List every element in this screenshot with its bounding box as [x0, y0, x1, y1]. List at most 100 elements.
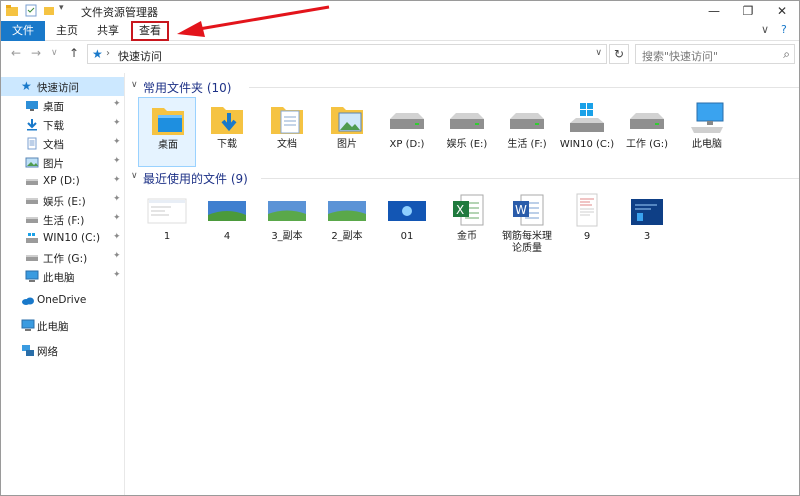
- sidebar-item-this-pc[interactable]: 此电脑: [1, 316, 124, 335]
- sidebar-item-drive-g[interactable]: 工作 (G:) ✦: [1, 248, 124, 267]
- pin-icon[interactable]: ✦: [113, 118, 121, 128]
- help-icon[interactable]: ?: [781, 23, 787, 36]
- pin-icon[interactable]: ✦: [113, 156, 121, 166]
- sidebar-item-drive-c[interactable]: WIN10 (C:) ✦: [1, 229, 124, 248]
- drive-tile-g[interactable]: 工作 (G:): [618, 97, 676, 167]
- folder-tile-documents[interactable]: 文档: [258, 97, 316, 167]
- chevron-down-icon[interactable]: ∨: [131, 171, 138, 181]
- ribbon-collapse-icon[interactable]: ∨: [761, 23, 769, 36]
- recent-file-3[interactable]: 3: [618, 189, 676, 259]
- drive-icon: [630, 113, 664, 129]
- drive-tile-f[interactable]: 生活 (F:): [498, 97, 556, 167]
- sidebar-item-documents[interactable]: 文档 ✦: [1, 134, 124, 153]
- recent-file-rebar-weight[interactable]: W 钢筋每米理论质量: [498, 189, 556, 259]
- section-divider: [261, 178, 799, 179]
- tab-share[interactable]: 共享: [89, 21, 127, 41]
- sidebar-item-network[interactable]: 网络: [1, 341, 124, 360]
- close-button[interactable]: ✕: [765, 1, 799, 21]
- back-button[interactable]: ←: [11, 46, 21, 60]
- sidebar-item-drive-d[interactable]: XP (D:) ✦: [1, 172, 124, 191]
- drive-tile-e[interactable]: 娱乐 (E:): [438, 97, 496, 167]
- pin-icon[interactable]: ✦: [113, 175, 121, 185]
- address-bar[interactable]: ★ › 快速访问 ∨: [87, 44, 607, 64]
- recent-file-9[interactable]: 9: [558, 189, 616, 259]
- drive-icon: [450, 113, 484, 129]
- sidebar-item-downloads[interactable]: 下载 ✦: [1, 115, 124, 134]
- computer-tile-this-pc[interactable]: 此电脑: [678, 97, 736, 167]
- forward-button[interactable]: →: [31, 46, 41, 60]
- sidebar-item-label: 此电脑: [43, 272, 75, 284]
- folder-tile-desktop[interactable]: 桌面: [138, 97, 196, 167]
- recent-file-3-copy[interactable]: 3_副本: [258, 189, 316, 259]
- frequent-folders-header[interactable]: ∨ 常用文件夹 (10): [129, 77, 799, 95]
- breadcrumb-quick-access[interactable]: 快速访问: [118, 48, 162, 64]
- properties-icon[interactable]: [25, 4, 37, 17]
- search-box[interactable]: 搜索"快速访问" ⌕: [635, 44, 795, 64]
- recent-locations-button[interactable]: ∨: [51, 48, 58, 58]
- search-icon[interactable]: ⌕: [783, 47, 790, 62]
- tile-label: 图片: [337, 139, 357, 150]
- sidebar-item-onedrive[interactable]: OneDrive: [1, 291, 124, 310]
- pin-icon[interactable]: ✦: [113, 137, 121, 147]
- tab-home[interactable]: 主页: [49, 21, 85, 41]
- sidebar-item-drive-e[interactable]: 娱乐 (E:) ✦: [1, 191, 124, 210]
- tile-label: 3_副本: [271, 231, 303, 242]
- search-input[interactable]: 搜索"快速访问": [642, 48, 718, 64]
- sidebar-item-label: XP (D:): [43, 175, 80, 187]
- section-divider: [249, 87, 799, 88]
- title-bar: ▾ 文件资源管理器 — ❐ ✕: [1, 1, 799, 21]
- tile-label: 娱乐 (E:): [446, 139, 488, 150]
- maximize-button[interactable]: ❐: [731, 1, 765, 21]
- chevron-down-icon[interactable]: ∨: [131, 80, 138, 90]
- tab-view[interactable]: 查看: [131, 21, 169, 41]
- tab-file[interactable]: 文件: [1, 21, 45, 41]
- drive-tile-d[interactable]: XP (D:): [378, 97, 436, 167]
- sidebar-item-label: 快速访问: [37, 82, 79, 94]
- recent-files-header[interactable]: ∨ 最近使用的文件 (9): [129, 168, 799, 186]
- sidebar-item-label: 桌面: [43, 101, 64, 113]
- pin-icon[interactable]: ✦: [113, 99, 121, 109]
- recent-file-01[interactable]: 01: [378, 189, 436, 259]
- quick-access-toolbar-dropdown-icon[interactable]: ▾: [59, 3, 64, 13]
- sidebar-item-label: OneDrive: [37, 294, 87, 306]
- drive-icon: [390, 113, 424, 129]
- sidebar-item-drive-f[interactable]: 生活 (F:) ✦: [1, 210, 124, 229]
- folder-tile-downloads[interactable]: 下载: [198, 97, 256, 167]
- windows-drive-icon: [26, 233, 38, 243]
- refresh-button[interactable]: ↻: [609, 44, 629, 64]
- address-dropdown-icon[interactable]: ∨: [595, 48, 602, 58]
- svg-text:W: W: [515, 203, 527, 217]
- recent-file-2-copy[interactable]: 2_副本: [318, 189, 376, 259]
- navigation-bar: ← → ∨ ↑ ★ › 快速访问 ∨ ↻ 搜索"快速访问" ⌕: [1, 42, 799, 66]
- sidebar-item-label: 工作 (G:): [43, 253, 88, 265]
- sidebar-item-quick-access[interactable]: ★ 快速访问: [1, 77, 124, 96]
- pin-icon[interactable]: ✦: [113, 270, 121, 280]
- tile-label: 下载: [217, 139, 237, 150]
- recent-file-gold-coin[interactable]: X 金币: [438, 189, 496, 259]
- svg-text:X: X: [456, 203, 464, 217]
- sidebar-item-desktop[interactable]: 桌面 ✦: [1, 96, 124, 115]
- minimize-button[interactable]: —: [697, 1, 731, 21]
- recent-file-1[interactable]: 1: [138, 189, 196, 259]
- drive-icon: [26, 198, 38, 204]
- tile-label: 2_副本: [331, 231, 363, 242]
- image-thumbnail-icon: [388, 201, 426, 221]
- up-button[interactable]: ↑: [69, 46, 79, 60]
- sidebar-item-this-pc-pinned[interactable]: 此电脑 ✦: [1, 267, 124, 286]
- pin-icon[interactable]: ✦: [113, 194, 121, 204]
- folder-tile-pictures[interactable]: 图片: [318, 97, 376, 167]
- quick-access-star-icon: ★: [21, 79, 32, 93]
- ribbon-tabs: 文件 主页 共享 查看 ∨ ?: [1, 21, 799, 41]
- pin-icon[interactable]: ✦: [113, 251, 121, 261]
- new-folder-icon[interactable]: [43, 4, 55, 17]
- recent-file-4[interactable]: 4: [198, 189, 256, 259]
- drive-tile-c[interactable]: WIN10 (C:): [558, 97, 616, 167]
- breadcrumb-separator[interactable]: ›: [106, 48, 110, 59]
- pin-icon[interactable]: ✦: [113, 213, 121, 223]
- quick-access-star-icon: ★: [92, 47, 103, 61]
- pin-icon[interactable]: ✦: [113, 232, 121, 242]
- desktop-icon: [26, 101, 38, 111]
- sidebar-item-label: 网络: [37, 346, 58, 358]
- sidebar-item-pictures[interactable]: 图片 ✦: [1, 153, 124, 172]
- image-thumbnail-icon: [208, 201, 246, 221]
